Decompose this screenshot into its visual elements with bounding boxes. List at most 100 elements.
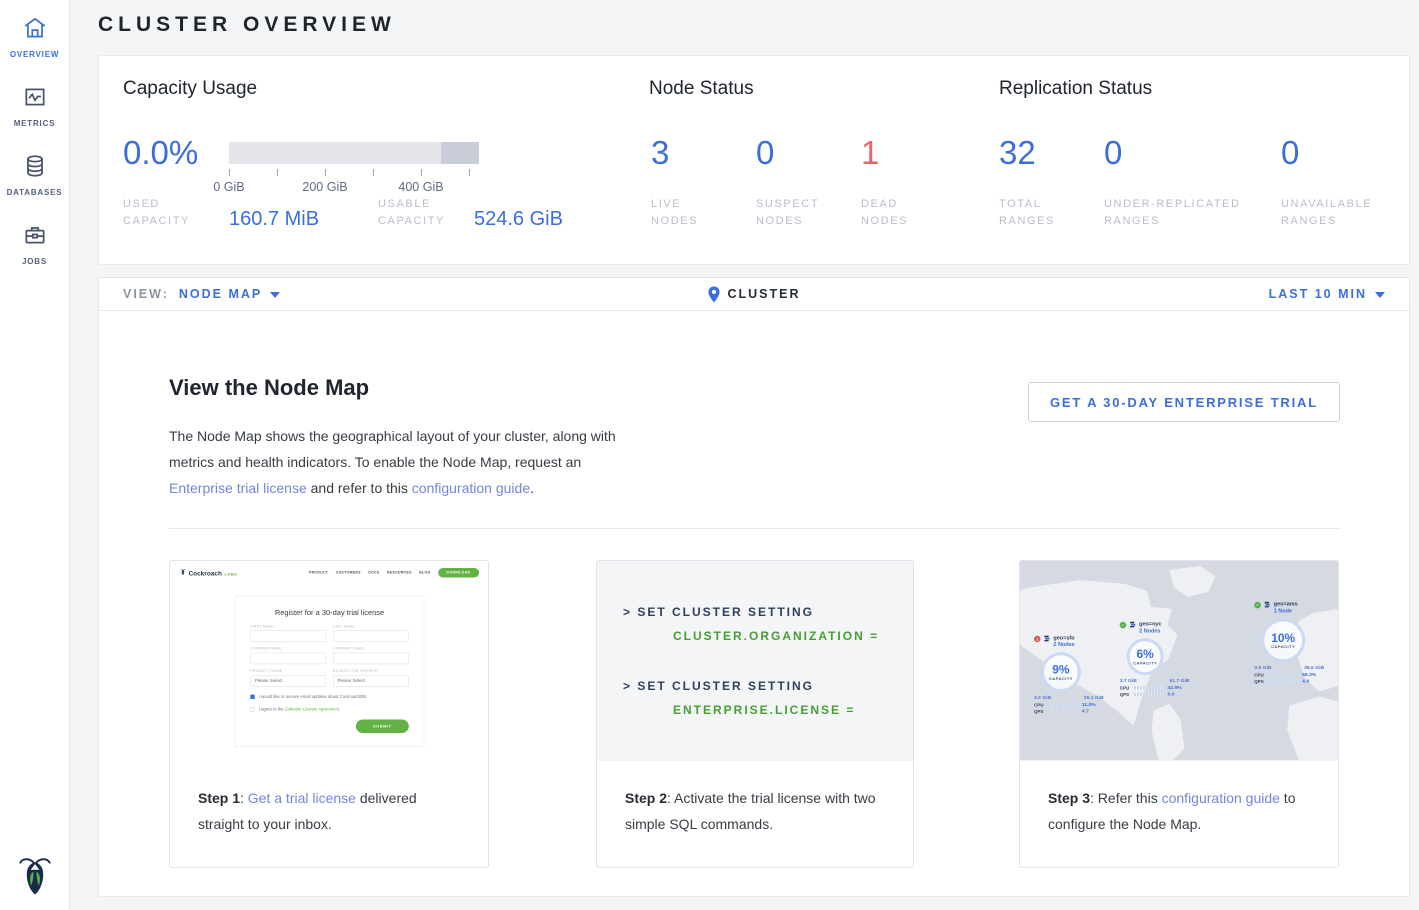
view-dropdown[interactable]: NODE MAP xyxy=(179,287,280,301)
page-title: CLUSTER OVERVIEW xyxy=(98,13,396,37)
company-email-field xyxy=(333,653,409,664)
description-text: . xyxy=(530,480,534,496)
cockroach-logo xyxy=(0,854,69,896)
cpu-label: CPU xyxy=(1120,685,1132,690)
reason-select: Please Select xyxy=(333,675,409,686)
region-capacity-label: CAPACITY xyxy=(1133,661,1157,665)
company-name-field xyxy=(250,653,326,664)
cpu-label: CPU xyxy=(1254,672,1266,677)
minisite-nav-item: BLOG xyxy=(419,571,430,574)
configuration-guide-link[interactable]: configuration guide xyxy=(1162,790,1280,806)
jobs-icon xyxy=(22,222,48,248)
region-node-count: 2 Nodes xyxy=(1053,641,1074,648)
sidebar: OVERVIEW METRICS DATABASES JOBS xyxy=(0,0,70,910)
first-name-field xyxy=(250,630,326,641)
sql-setting: CLUSTER.ORGANIZATION = xyxy=(673,629,913,643)
gauge-tick xyxy=(229,169,230,176)
capacity-usage-title: Capacity Usage xyxy=(123,78,257,100)
step2-card: > SET CLUSTER SETTING CLUSTER.ORGANIZATI… xyxy=(596,560,914,868)
cpu-sparkline xyxy=(1269,673,1300,676)
sql-prompt: > SET CLUSTER SETTING xyxy=(623,605,913,619)
page-bottom-strip xyxy=(70,897,1419,910)
suspect-nodes-value: 0 xyxy=(756,134,774,172)
capacity-donut: 9% CAPACITY xyxy=(1041,652,1081,692)
cluster-overview-page: OVERVIEW METRICS DATABASES JOBS xyxy=(0,0,1419,910)
capacity-donut: 10% CAPACITY xyxy=(1261,618,1305,662)
chevron-down-icon xyxy=(1375,292,1385,298)
capacity-percent: 0.0% xyxy=(123,134,198,172)
metrics-icon xyxy=(22,84,48,110)
qps-sparkline xyxy=(1048,710,1079,713)
qps-sparkline xyxy=(1134,693,1165,696)
gauge-tick xyxy=(469,169,470,176)
capacity-gauge-reserved-segment xyxy=(441,142,479,164)
step1-card: Cockroach LABS PRODUCT CUSTOMERS DOCS RE… xyxy=(169,560,489,868)
region-capacity-total: 61.7 GiB xyxy=(1170,678,1190,683)
breadcrumb[interactable]: CLUSTER xyxy=(707,286,800,303)
cpu-label: CPU xyxy=(1034,702,1046,707)
minisite-nav: PRODUCT CUSTOMERS DOCS RESOURCES BLOG DO… xyxy=(309,568,479,577)
live-nodes-value: 3 xyxy=(651,134,669,172)
capacity-gauge-bar xyxy=(229,142,479,164)
minisite-brand-name: Cockroach xyxy=(188,569,222,576)
email-updates-label: I would like to receive email updates ab… xyxy=(259,694,367,699)
minisite-nav-item: PRODUCT xyxy=(309,571,328,574)
description-text: and refer to this xyxy=(307,480,412,496)
map-region-nyc: ✓ geo=nyc 2 Nodes 6% CAPACITY xyxy=(1120,621,1200,697)
node-map-heading: View the Node Map xyxy=(169,375,369,401)
region-capacity-used: 3.7 GiB xyxy=(1120,678,1137,683)
step-label: Step 2 xyxy=(625,790,667,806)
region-capacity-total: 35.1 GiB xyxy=(1084,695,1104,700)
field-label: PROJECT PHASE xyxy=(250,670,326,673)
minisite-header: Cockroach LABS PRODUCT CUSTOMERS DOCS RE… xyxy=(170,561,488,584)
last-name-field xyxy=(333,630,409,641)
minisite-nav-item: RESOURCES xyxy=(387,571,412,574)
sidebar-item-label: DATABASES xyxy=(7,188,63,197)
sidebar-item-databases[interactable]: DATABASES xyxy=(0,138,69,207)
gauge-tick xyxy=(421,169,422,176)
sidebar-item-overview[interactable]: OVERVIEW xyxy=(0,0,69,69)
view-label: VIEW: xyxy=(123,287,169,301)
minisite-download-button: DOWNLOAD xyxy=(438,568,479,577)
under-replicated-ranges-value: 0 xyxy=(1104,134,1122,172)
license-agreement-label: I agree to the Software License Agreemen… xyxy=(259,707,341,712)
region-capacity-pct: 10% xyxy=(1271,632,1295,645)
used-capacity-label: USED CAPACITY xyxy=(123,196,213,230)
description-text: The Node Map shows the geographical layo… xyxy=(169,428,616,470)
minisite-nav-item: CUSTOMERS xyxy=(336,571,361,574)
sidebar-item-jobs[interactable]: JOBS xyxy=(0,207,69,276)
view-dropdown-value: NODE MAP xyxy=(179,287,262,301)
suspect-nodes-label: SUSPECT NODES xyxy=(756,196,836,230)
node-cube-icon xyxy=(1264,601,1271,608)
qps-value: 0.0 xyxy=(1168,692,1175,697)
time-range-dropdown[interactable]: LAST 10 MIN xyxy=(1269,287,1385,301)
sidebar-item-label: OVERVIEW xyxy=(10,50,59,59)
project-phase-select: Please Select xyxy=(250,675,326,686)
enterprise-trial-button[interactable]: GET A 30-DAY ENTERPRISE TRIAL xyxy=(1028,382,1340,422)
enterprise-trial-license-link[interactable]: Enterprise trial license xyxy=(169,480,307,496)
get-trial-license-link[interactable]: Get a trial license xyxy=(248,790,356,806)
sidebar-item-metrics[interactable]: METRICS xyxy=(0,69,69,138)
databases-icon xyxy=(22,153,48,179)
trial-license-form: Register for a 30-day trial license FIRS… xyxy=(235,596,424,747)
configuration-guide-link[interactable]: configuration guide xyxy=(412,480,530,496)
region-capacity-pct: 6% xyxy=(1136,648,1153,661)
node-map-description: The Node Map shows the geographical layo… xyxy=(169,423,639,501)
used-capacity-value: 160.7 MiB xyxy=(229,208,319,231)
gauge-tick xyxy=(277,169,278,176)
region-capacity-pct: 9% xyxy=(1052,663,1069,676)
region-capacity-label: CAPACITY xyxy=(1049,676,1073,680)
map-region-ams: ✓ geo=ams 1 Node 10% CAPACITY xyxy=(1254,601,1334,684)
qps-value: 4.7 xyxy=(1082,709,1089,714)
region-node-count: 1 Node xyxy=(1274,607,1298,614)
license-agreement-link: Software License Agreement xyxy=(285,707,339,712)
divider xyxy=(169,528,1340,529)
replication-status-title: Replication Status xyxy=(999,78,1152,100)
gauge-tick-label: 200 GiB xyxy=(293,180,357,194)
node-live-status-icon: ✓ xyxy=(1254,602,1260,608)
minisite-brand: Cockroach LABS xyxy=(180,568,237,576)
license-text: I agree to the xyxy=(259,707,285,712)
cpu-sparkline xyxy=(1134,686,1165,689)
license-text: . xyxy=(339,707,340,712)
sidebar-item-label: JOBS xyxy=(22,257,47,266)
